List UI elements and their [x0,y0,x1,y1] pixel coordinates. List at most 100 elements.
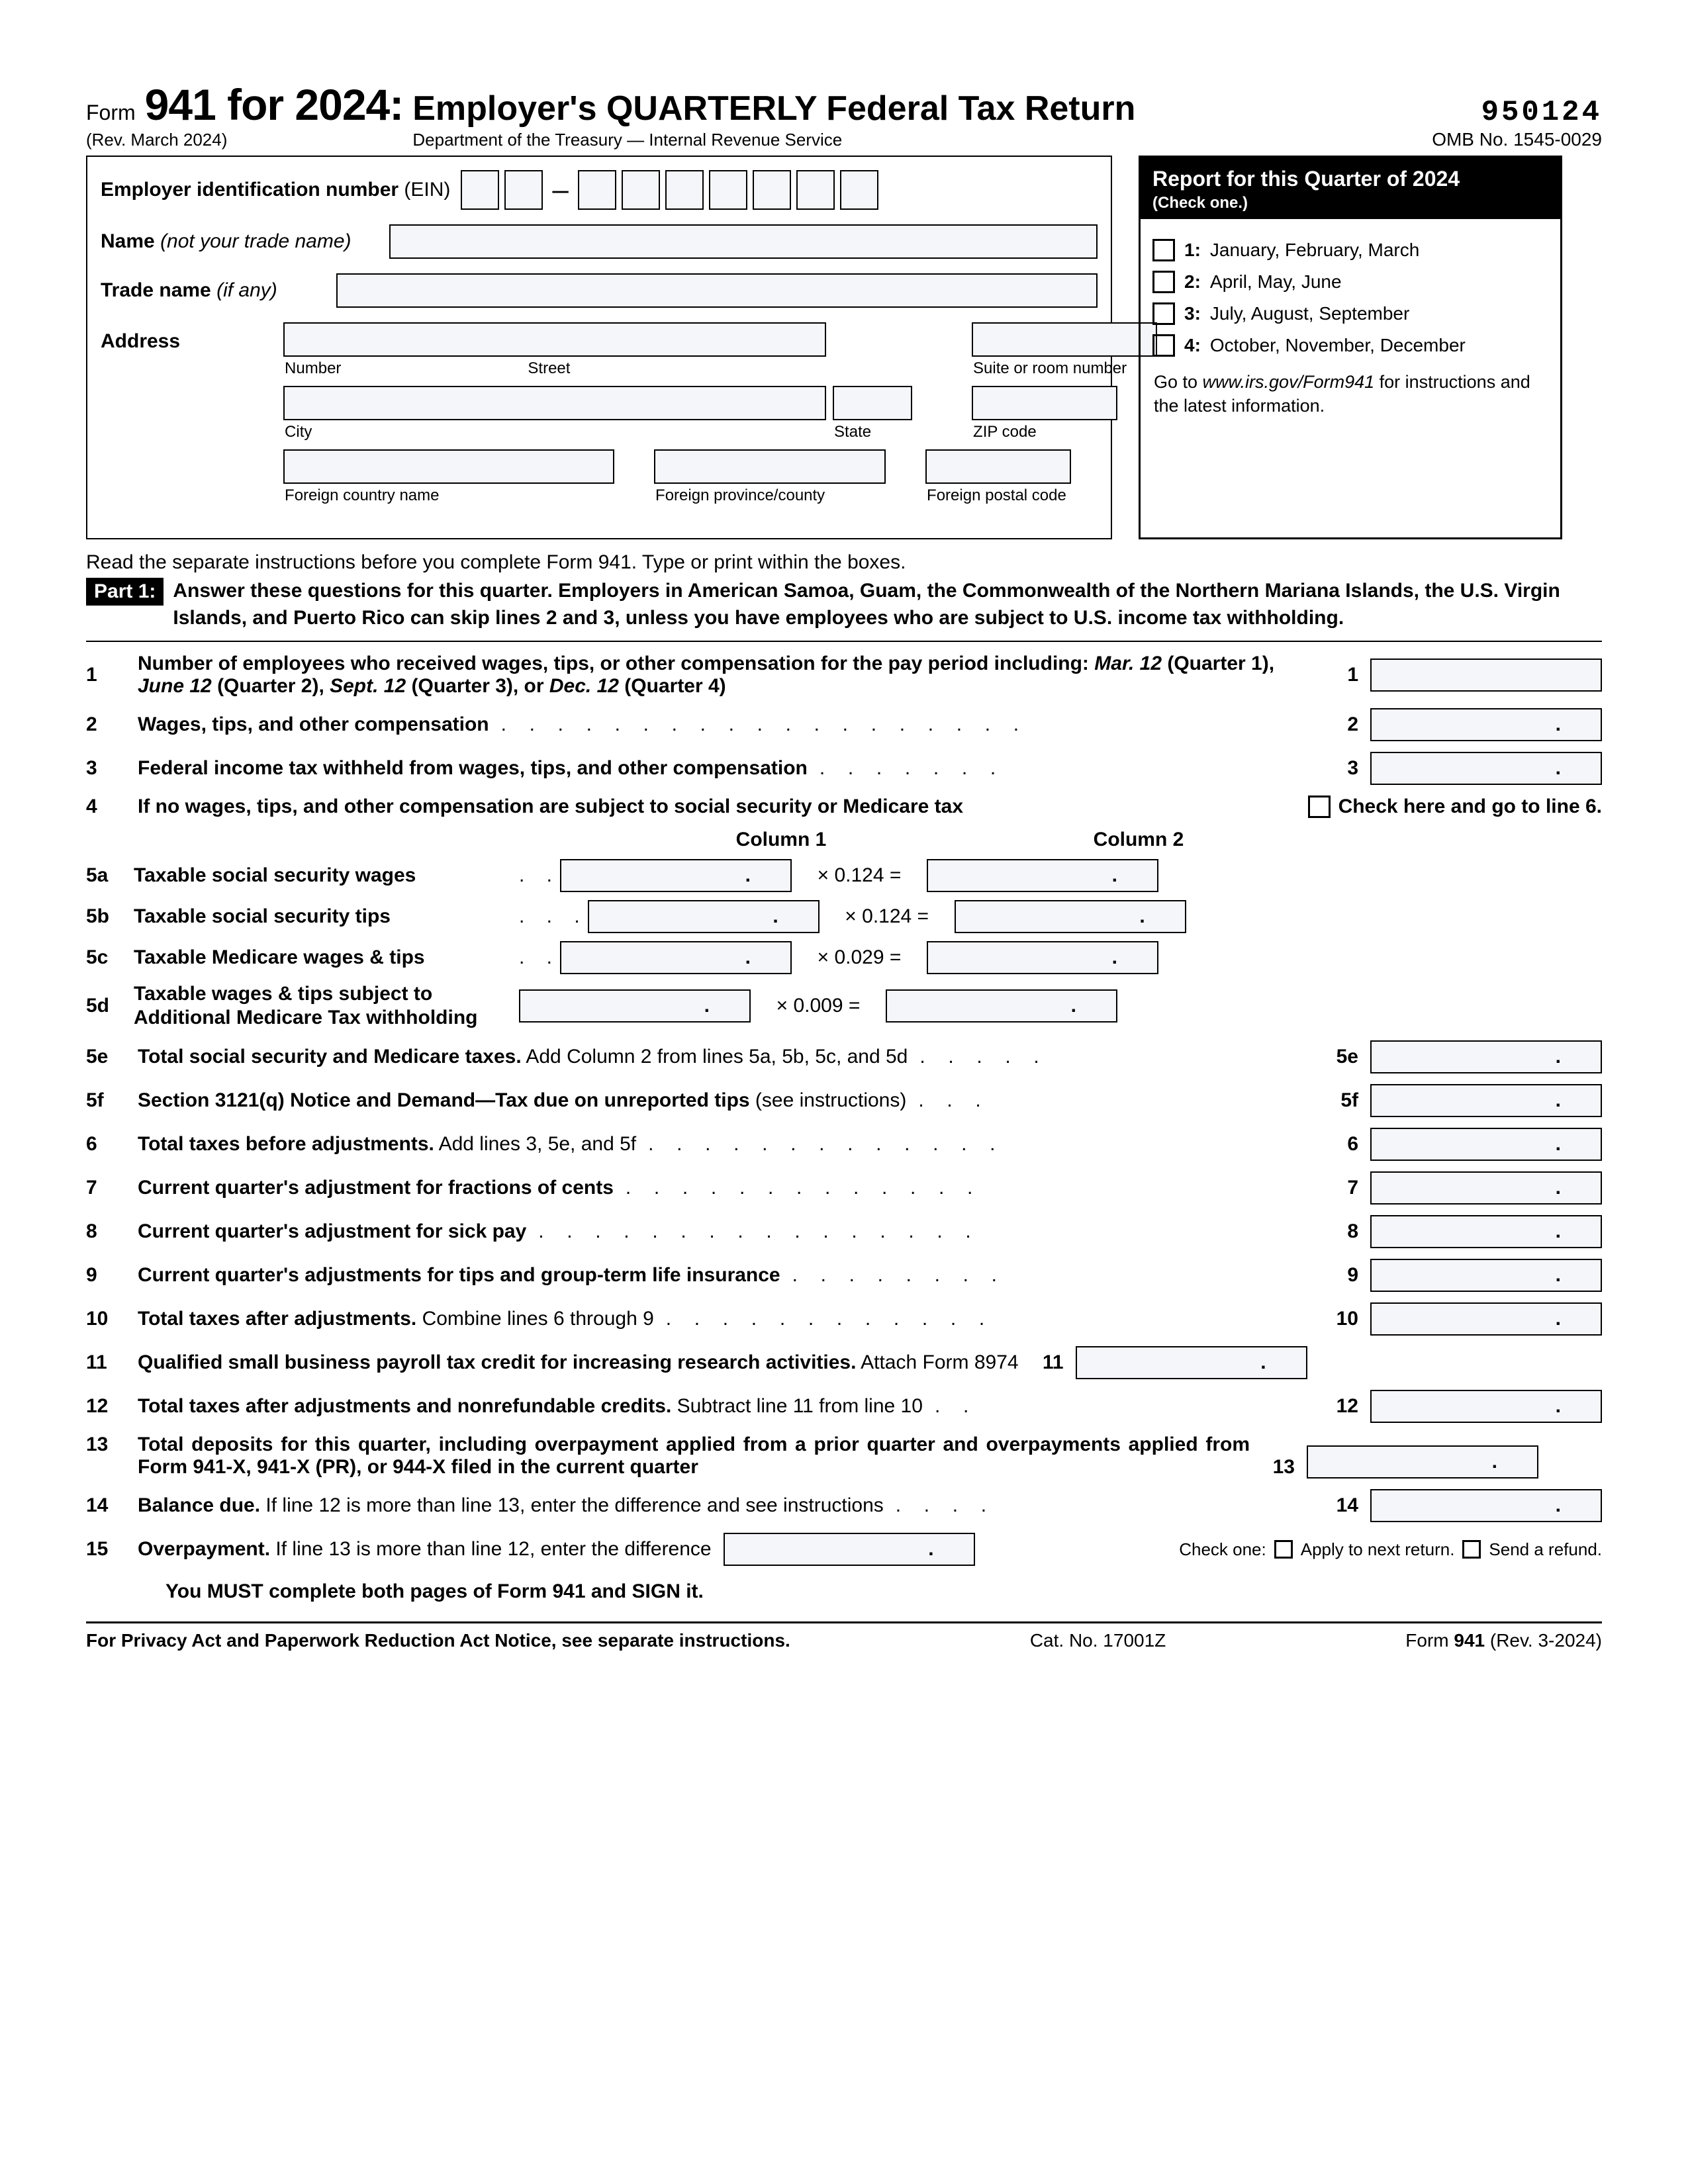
line-5f: 5f Section 3121(q) Notice and Demand—Tax… [86,1084,1602,1117]
line-6: 6 Total taxes before adjustments. Add li… [86,1128,1602,1161]
checkbox[interactable] [1152,239,1175,261]
address-suite[interactable] [972,322,1157,357]
line4-checkbox[interactable] [1308,796,1331,818]
address-state[interactable] [833,386,912,420]
line7-input[interactable]: . [1370,1171,1602,1205]
checkbox-refund[interactable] [1462,1540,1481,1559]
line11-input[interactable]: . [1076,1346,1307,1379]
ein-digit[interactable] [796,170,835,210]
line-5d: 5d Taxable wages & tips subject toAdditi… [86,982,1602,1030]
form-code: 950124 [1432,96,1602,129]
line1-input[interactable] [1370,659,1602,692]
quarter-sub: (Check one.) [1152,194,1548,212]
line13-input[interactable]: . [1307,1445,1538,1479]
dept-line: Department of the Treasury — Internal Re… [412,130,842,150]
ein-digit[interactable] [753,170,791,210]
column-headers: Column 1 Column 2 [165,829,1602,851]
name-input[interactable] [389,224,1098,259]
line-11: 11 Qualified small business payroll tax … [86,1346,1602,1379]
line2-input[interactable]: . [1370,708,1602,741]
line14-input[interactable]: . [1370,1489,1602,1522]
part1-text: Answer these questions for this quarter.… [173,578,1602,631]
part1-tag: Part 1: [86,578,164,606]
form-page: Form 941 for 2024: Employer's QUARTERLY … [0,0,1688,1731]
line-3: 3 Federal income tax withheld from wages… [86,752,1602,785]
ein-digit[interactable] [504,170,543,210]
line12-input[interactable]: . [1370,1390,1602,1423]
line-14: 14 Balance due. If line 12 is more than … [86,1489,1602,1522]
revision: (Rev. March 2024) [86,130,227,150]
line5e-input[interactable]: . [1370,1040,1602,1073]
line-5a: 5a Taxable social security wages . . . ×… [86,859,1602,892]
foreign-country[interactable] [283,449,614,484]
quarter-option-4: 4:October, November, December [1152,334,1548,357]
form-header: Form 941 for 2024: Employer's QUARTERLY … [86,79,1602,150]
must-complete: You MUST complete both pages of Form 941… [165,1580,1602,1603]
line5d-col2[interactable]: . [886,989,1117,1023]
ein-digit[interactable] [622,170,660,210]
checkbox[interactable] [1152,271,1175,293]
form-word: Form [86,101,136,125]
line3-input[interactable]: . [1370,752,1602,785]
footer-form: Form 941 (Rev. 3-2024) [1405,1630,1602,1651]
line5a-col1[interactable]: . [560,859,792,892]
line-4: 4 If no wages, tips, and other compensat… [86,796,1602,818]
quarter-option-1: 1:January, February, March [1152,239,1548,261]
address-number-street[interactable] [283,322,826,357]
omb-number: OMB No. 1545-0029 [1432,129,1602,150]
part1-header: Part 1: Answer these questions for this … [86,578,1602,631]
privacy-notice: For Privacy Act and Paperwork Reduction … [86,1630,790,1651]
line-5e: 5e Total social security and Medicare ta… [86,1040,1602,1073]
line6-input[interactable]: . [1370,1128,1602,1161]
form-number: 941 for 2024: [145,79,404,130]
goto-text: Go to www.irs.gov/Form941 for instructio… [1152,366,1548,418]
quarter-option-3: 3:July, August, September [1152,302,1548,325]
address-zip[interactable] [972,386,1117,420]
line-8: 8 Current quarter's adjustment for sick … [86,1215,1602,1248]
line5b-col1[interactable]: . [588,900,820,933]
ein-row: Employer identification number (EIN) – [101,170,1098,210]
divider [86,641,1602,642]
line5f-input[interactable]: . [1370,1084,1602,1117]
quarter-option-2: 2:April, May, June [1152,271,1548,293]
top-section: Employer identification number (EIN) – N… [86,156,1602,539]
line15-input[interactable]: . [724,1533,975,1566]
line8-input[interactable]: . [1370,1215,1602,1248]
line5c-col2[interactable]: . [927,941,1158,974]
page-footer: For Privacy Act and Paperwork Reduction … [86,1621,1602,1651]
foreign-province[interactable] [654,449,886,484]
line-5b: 5b Taxable social security tips . . . . … [86,900,1602,933]
foreign-postal[interactable] [925,449,1071,484]
line-1: 1 Number of employees who received wages… [86,653,1602,698]
ein-digit[interactable] [709,170,747,210]
line5d-col1[interactable]: . [519,989,751,1023]
address-city[interactable] [283,386,826,420]
ein-digit[interactable] [665,170,704,210]
quarter-box: Report for this Quarter of 2024 (Check o… [1139,156,1562,539]
checkbox[interactable] [1152,334,1175,357]
line-13: 13 Total deposits for this quarter, incl… [86,1433,1602,1479]
line9-input[interactable]: . [1370,1259,1602,1292]
line-9: 9 Current quarter's adjustments for tips… [86,1259,1602,1292]
checkbox[interactable] [1152,302,1175,325]
catalog-number: Cat. No. 17001Z [1030,1630,1166,1651]
quarter-title: Report for this Quarter of 2024 [1152,167,1460,191]
ein-inputs: – [461,170,878,210]
instructions-line: Read the separate instructions before yo… [86,551,1602,574]
line-15: 15 Overpayment. If line 13 is more than … [86,1533,1602,1566]
ein-digit[interactable] [578,170,616,210]
ein-digit[interactable] [461,170,499,210]
checkbox-apply[interactable] [1274,1540,1293,1559]
line10-input[interactable]: . [1370,1302,1602,1336]
line-12: 12 Total taxes after adjustments and non… [86,1390,1602,1423]
form-title: Employer's QUARTERLY Federal Tax Return [412,89,1135,128]
line5c-col1[interactable]: . [560,941,792,974]
line-7: 7 Current quarter's adjustment for fract… [86,1171,1602,1205]
ein-digit[interactable] [840,170,878,210]
employer-box: Employer identification number (EIN) – N… [86,156,1112,539]
trade-name-input[interactable] [336,273,1098,308]
line5b-col2[interactable]: . [955,900,1186,933]
line-5c: 5c Taxable Medicare wages & tips . . . ×… [86,941,1602,974]
line-10: 10 Total taxes after adjustments. Combin… [86,1302,1602,1336]
line5a-col2[interactable]: . [927,859,1158,892]
